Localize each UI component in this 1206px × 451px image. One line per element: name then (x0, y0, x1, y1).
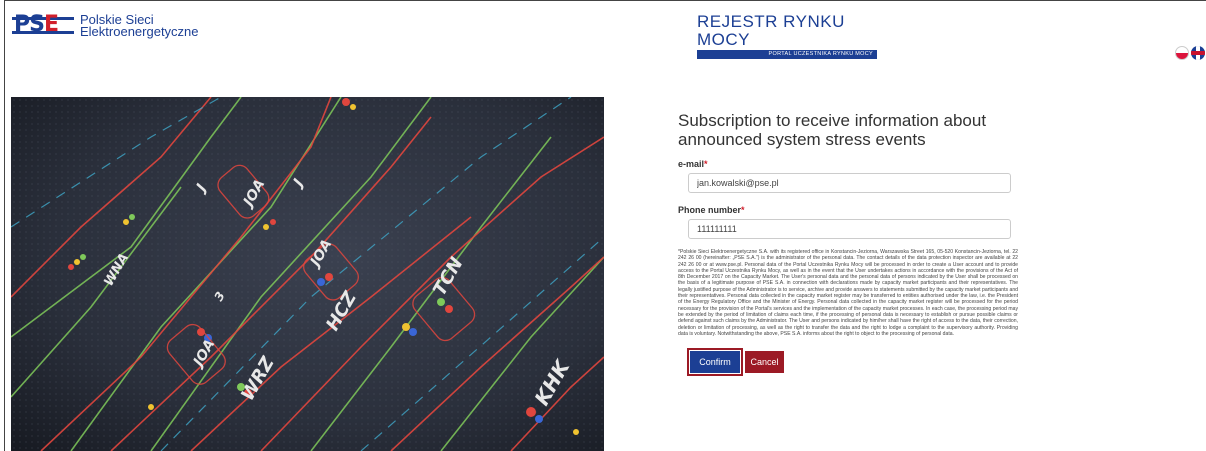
phone-field[interactable] (688, 219, 1011, 239)
register-subtitle: PORTAL UCZESTNIKA RYNKU MOCY (697, 50, 877, 59)
form-actions: Confirm Cancel (678, 348, 1018, 377)
company-name: Polskie Sieci Elektroenergetyczne (80, 13, 199, 39)
uk-flag-icon[interactable] (1191, 46, 1205, 60)
required-mark: * (741, 205, 745, 215)
confirm-button[interactable]: Confirm (687, 348, 743, 377)
privacy-notice: *Polskie Sieci Elektroenergetyczne S.A. … (678, 249, 1018, 337)
phone-label: Phone number* (678, 205, 745, 215)
email-field[interactable] (688, 173, 1011, 193)
cancel-button[interactable]: Cancel (745, 351, 784, 374)
subscription-form: Subscription to receive information abou… (678, 111, 1018, 377)
grid-schematic-photo: J WNA JOA J JOA HCZ TCN WRZ KHK JOA 3 (11, 97, 604, 451)
company-name-line2: Elektroenergetyczne (80, 24, 199, 39)
email-label: e-mail* (678, 159, 708, 169)
pse-logo[interactable]: PSE Polskie Sieci Elektroenergetyczne (12, 12, 199, 39)
hero-image: J WNA JOA J JOA HCZ TCN WRZ KHK JOA 3 (11, 97, 604, 451)
register-title: REJESTR RYNKU MOCY (697, 12, 845, 49)
poland-flag-icon[interactable] (1175, 46, 1189, 60)
language-switcher (1175, 46, 1205, 60)
required-mark: * (704, 159, 708, 169)
logo-letters: PSE (14, 12, 59, 37)
form-title: Subscription to receive information abou… (678, 111, 987, 149)
register-logo[interactable]: REJESTR RYNKU MOCY PORTAL UCZESTNIKA RYN… (697, 13, 877, 59)
pse-logo-mark: PSE (12, 12, 74, 37)
